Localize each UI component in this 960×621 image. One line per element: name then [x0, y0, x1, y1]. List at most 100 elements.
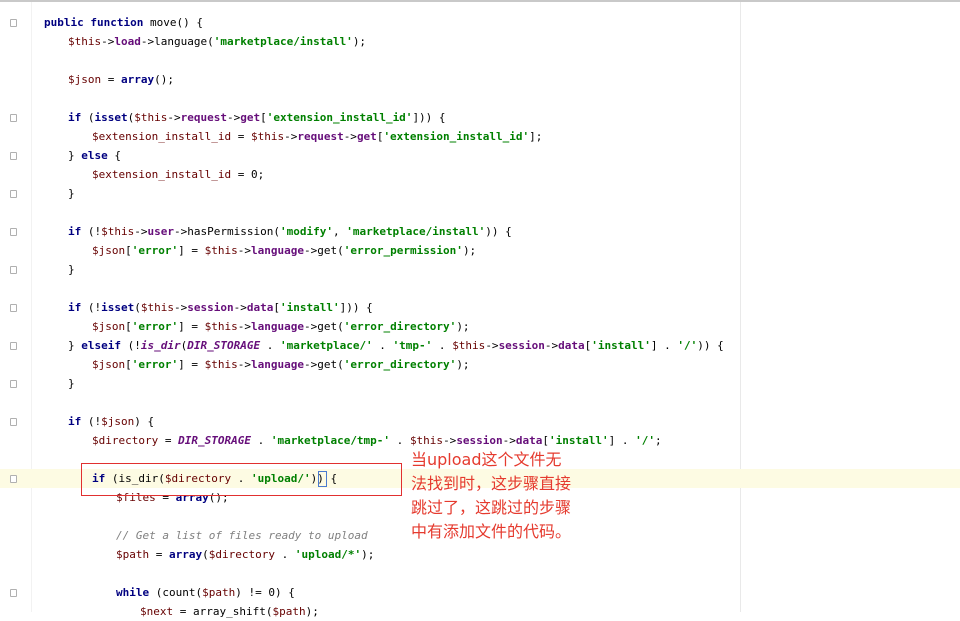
code-token: (! — [87, 301, 102, 314]
code-line[interactable]: $json['error'] = $this->language->get('e… — [92, 317, 470, 336]
code-token: = — [101, 73, 121, 86]
code-token: = — [158, 434, 179, 447]
code-line[interactable]: } — [68, 374, 75, 393]
code-line[interactable]: } elseif (!is_dir(DIR_STORAGE . 'marketp… — [68, 336, 724, 355]
code-token: . — [372, 339, 393, 352]
fold-marker-icon[interactable] — [10, 19, 17, 27]
code-token: $this — [68, 35, 102, 48]
code-line[interactable]: // Get a list of files ready to upload — [116, 526, 368, 545]
code-token: 'marketplace/' — [279, 339, 373, 352]
code-token: -> — [237, 244, 251, 257]
code-token: [ — [125, 358, 132, 371]
code-token: language — [250, 358, 304, 371]
fold-marker-icon[interactable] — [10, 418, 17, 426]
code-line[interactable]: } — [68, 184, 75, 203]
code-line[interactable]: if (isset($this->request->get['extension… — [68, 108, 446, 127]
code-token: -> — [174, 301, 188, 314]
fold-marker-icon[interactable] — [10, 190, 17, 198]
code-token: 'error' — [131, 358, 179, 371]
code-token: get — [317, 244, 338, 257]
code-line[interactable]: } else { — [68, 146, 121, 165]
code-token: request — [180, 111, 227, 124]
right-margin-guide — [740, 2, 741, 612]
code-token: $path — [116, 548, 150, 561]
code-token: $json — [92, 244, 126, 257]
code-line[interactable]: $json = array(); — [68, 70, 174, 89]
code-token: ] . — [650, 339, 678, 352]
code-line[interactable]: if (!$this->user->hasPermission('modify'… — [68, 222, 512, 241]
code-token: -> — [237, 358, 251, 371]
code-token: . — [250, 434, 271, 447]
code-token: if — [68, 415, 88, 428]
annotation-note: 当upload这个文件无法找到时，这步骤直接跳过了，这跳过的步骤中有添加文件的代… — [411, 450, 572, 541]
code-token: (! — [87, 225, 102, 238]
fold-marker-icon[interactable] — [10, 114, 17, 122]
fold-marker-icon[interactable] — [10, 228, 17, 236]
code-token: -> — [303, 320, 318, 333]
code-token: -> — [485, 339, 499, 352]
code-token: data — [558, 339, 585, 352]
code-token: get — [317, 320, 338, 333]
code-token: -> — [284, 130, 298, 143]
code-line[interactable]: $extension_install_id = $this->request->… — [92, 127, 542, 146]
code-token: -> — [226, 111, 241, 124]
code-token: -> — [443, 434, 457, 447]
code-token: . — [432, 339, 453, 352]
code-token: } — [68, 263, 75, 276]
code-line[interactable]: $this->load->language('marketplace/insta… — [68, 32, 366, 51]
code-token: if — [68, 111, 88, 124]
code-token: language — [250, 244, 304, 257]
code-token: ] = — [178, 358, 205, 371]
top-border — [0, 0, 960, 2]
code-token: . — [260, 339, 280, 352]
code-token: } — [68, 149, 82, 162]
code-token: [ — [260, 111, 267, 124]
code-token: . — [274, 548, 295, 561]
code-token: ( — [337, 244, 344, 257]
code-token: , — [332, 225, 347, 238]
gutter-divider — [31, 2, 32, 612]
code-line[interactable]: $json['error'] = $this->language->get('e… — [92, 355, 470, 374]
code-line[interactable]: public function move() { — [44, 13, 203, 32]
code-token: data — [246, 301, 274, 314]
code-token: } — [68, 187, 75, 200]
code-token: $extension_install_id — [92, 130, 232, 143]
fold-marker-icon[interactable] — [10, 266, 17, 274]
code-token: $this — [204, 320, 238, 333]
fold-marker-icon[interactable] — [10, 589, 17, 597]
code-line[interactable]: $path = array($directory . 'upload/*'); — [116, 545, 374, 564]
code-token: move — [149, 16, 177, 29]
code-token: is_dir — [140, 339, 181, 352]
code-token: -> — [544, 339, 559, 352]
code-token: $this — [409, 434, 444, 447]
fold-marker-icon[interactable] — [10, 380, 17, 388]
code-token: ( — [87, 111, 95, 124]
code-token: = — [231, 130, 251, 143]
code-token: elseif — [81, 339, 128, 352]
code-token: 'marketplace/install' — [213, 35, 353, 48]
code-token: public function — [44, 16, 150, 29]
code-line[interactable]: while (count($path) != 0) { — [116, 583, 295, 602]
code-line[interactable]: $extension_install_id = 0; — [92, 165, 264, 184]
code-token: $json — [68, 73, 102, 86]
code-line[interactable]: $json['error'] = $this->language->get('e… — [92, 241, 476, 260]
code-token: $directory — [208, 548, 275, 561]
code-line[interactable]: $directory = DIR_STORAGE . 'marketplace/… — [92, 431, 662, 450]
fold-marker-icon[interactable] — [10, 342, 17, 350]
code-token: ] = — [178, 244, 205, 257]
code-token: language — [154, 35, 208, 48]
code-token: 'install' — [549, 434, 609, 447]
fold-marker-icon[interactable] — [10, 475, 17, 483]
code-token: = 0; — [231, 168, 265, 181]
fold-marker-icon[interactable] — [10, 304, 17, 312]
code-line[interactable]: if (!$json) { — [68, 412, 154, 431]
code-line[interactable]: if (!isset($this->session->data['install… — [68, 298, 373, 317]
code-token: ) != 0) { — [235, 586, 295, 599]
code-token: 'install' — [279, 301, 340, 314]
code-line[interactable]: } — [68, 260, 75, 279]
code-token: } — [68, 377, 75, 390]
code-token: ]; — [529, 130, 543, 143]
fold-marker-icon[interactable] — [10, 152, 17, 160]
code-token: else — [81, 149, 108, 162]
code-token: session — [456, 434, 503, 447]
